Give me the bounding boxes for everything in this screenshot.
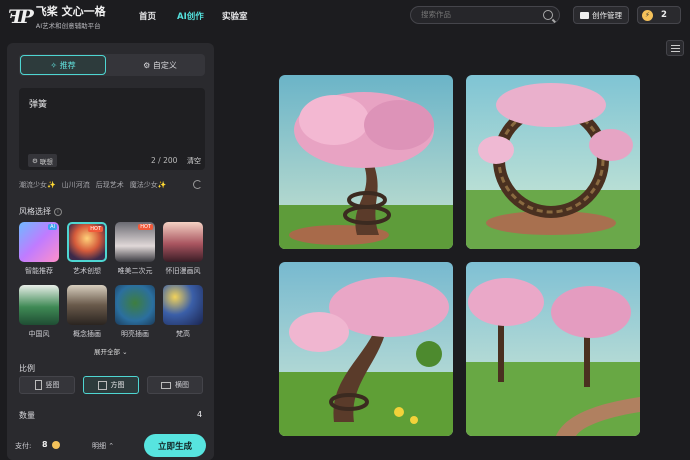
style-tile-retro[interactable] xyxy=(163,222,203,262)
ratio-square-button[interactable]: 方图 xyxy=(83,376,139,394)
coin-icon xyxy=(52,441,60,449)
pay-label: 支付: xyxy=(15,442,32,450)
style-tile-bright[interactable] xyxy=(115,285,155,325)
creation-manage-button[interactable]: 创作管理 xyxy=(573,6,629,24)
result-image-1[interactable] xyxy=(279,75,453,249)
char-count: 2 / 200 xyxy=(151,156,178,165)
clear-button[interactable]: 清空 xyxy=(187,156,201,166)
ring-spring-artwork xyxy=(466,75,640,249)
search-icon[interactable] xyxy=(543,10,553,20)
mode-tabs: ✧ 推荐 ⚙ 自定义 xyxy=(19,54,205,76)
credits-button[interactable]: ⚡ 2 xyxy=(637,6,681,24)
quantity-value[interactable]: 4 xyxy=(197,410,202,419)
tree-spring-artwork xyxy=(279,75,453,249)
result-image-2[interactable] xyxy=(466,75,640,249)
ratio-landscape-button[interactable]: 横图 xyxy=(147,376,203,394)
list-view-icon[interactable] xyxy=(666,40,684,56)
nav-ai-create[interactable]: AI创作 xyxy=(177,10,204,22)
refresh-icon[interactable] xyxy=(193,180,202,189)
bottom-bar: 支付: 8 明细 ⌃ 立即生成 xyxy=(7,429,214,460)
creation-panel: ✧ 推荐 ⚙ 自定义 弹簧 ⚙ 联想 2 / 200 清空 潮流少女✨ 山川河流… xyxy=(7,43,214,460)
ai-badge: AI xyxy=(48,224,57,230)
nav-home[interactable]: 首页 xyxy=(139,10,156,22)
style-label: 怀旧漫画风 xyxy=(165,267,201,275)
tag-item[interactable]: 山川河流 xyxy=(62,180,90,190)
style-label: 中国风 xyxy=(28,330,50,338)
ratio-portrait-button[interactable]: 竖图 xyxy=(19,376,75,394)
prompt-textarea[interactable]: 弹簧 ⚙ 联想 2 / 200 清空 xyxy=(19,88,205,170)
bolt-icon: ⚡ xyxy=(642,9,653,21)
brand-tagline: AI艺术和创意辅助平台 xyxy=(35,22,101,30)
sparkle-icon: ⚙ xyxy=(32,156,40,165)
hot-badge: HOT xyxy=(88,226,103,232)
landscape-icon xyxy=(161,381,171,389)
expand-all-button[interactable]: 展开全部 ⌄ xyxy=(94,346,128,356)
style-title: 风格选择 i xyxy=(19,206,62,217)
search-input[interactable] xyxy=(421,10,531,19)
pay-value: 8 xyxy=(42,440,48,449)
folder-icon xyxy=(580,11,589,19)
square-icon xyxy=(97,380,107,390)
nav-lab[interactable]: 实验室 xyxy=(222,10,248,22)
style-tile-anime[interactable]: HOT xyxy=(115,222,155,262)
credits-count: 2 xyxy=(661,10,667,20)
search-box xyxy=(410,6,560,24)
style-tile-vangogh[interactable] xyxy=(163,285,203,325)
manage-label: 创作管理 xyxy=(592,10,622,20)
tag-item[interactable]: 潮流少女✨ xyxy=(19,180,56,190)
brand-name: 飞桨 文心一格 xyxy=(35,5,106,18)
chevron-down-icon: ⌄ xyxy=(122,348,128,356)
style-tile-concept[interactable] xyxy=(67,285,107,325)
generate-button[interactable]: 立即生成 xyxy=(144,434,206,457)
style-tile-chinese[interactable] xyxy=(19,285,59,325)
tab-recommend[interactable]: ✧ 推荐 xyxy=(20,55,106,75)
portrait-icon xyxy=(34,380,42,390)
style-label: 明亮插画 xyxy=(121,330,149,338)
logo[interactable]: ꟻP 飞桨 文心一格 AI艺术和创意辅助平台 xyxy=(8,3,106,30)
tag-item[interactable]: 后现艺术 xyxy=(96,180,124,190)
hot-badge: HOT xyxy=(138,224,153,230)
ratio-title: 比例 xyxy=(19,364,35,373)
quantity-title: 数量 xyxy=(19,411,35,420)
style-label: 梵高 xyxy=(176,330,190,338)
meadow-trees-artwork xyxy=(466,262,640,436)
style-label: 唯美二次元 xyxy=(117,267,153,275)
result-image-4[interactable] xyxy=(466,262,640,436)
style-tile-art[interactable]: HOT xyxy=(67,222,107,262)
blossom-tree-artwork xyxy=(279,262,453,436)
chevron-up-icon: ⌃ xyxy=(108,442,115,450)
style-label: 智能推荐 xyxy=(25,267,53,275)
style-label: 艺术创想 xyxy=(73,267,101,275)
style-tile-smart[interactable]: AI xyxy=(19,222,59,262)
prompt-tags: 潮流少女✨ 山川河流 后现艺术 魔法少女✨ xyxy=(19,180,166,190)
prompt-text: 弹簧 xyxy=(29,100,48,110)
style-label: 概念插画 xyxy=(73,330,101,338)
top-bar: ꟻP 飞桨 文心一格 AI艺术和创意辅助平台 首页 AI创作 实验室 创作管理 … xyxy=(0,0,690,32)
info-icon[interactable]: i xyxy=(54,207,62,216)
result-image-3[interactable] xyxy=(279,262,453,436)
tab-custom[interactable]: ⚙ 自定义 xyxy=(115,54,205,76)
logo-mark: ꟻP xyxy=(8,5,34,28)
detail-toggle[interactable]: 明细 ⌃ xyxy=(92,441,114,451)
tag-item[interactable]: 魔法少女✨ xyxy=(130,180,167,190)
associate-button[interactable]: ⚙ 联想 xyxy=(28,154,57,167)
